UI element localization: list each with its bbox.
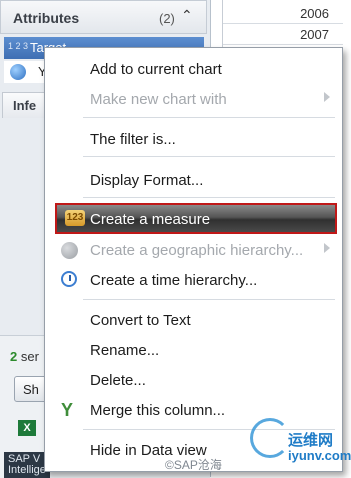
numeric-type-icon: 1 2 3 bbox=[8, 41, 29, 51]
table-cell[interactable]: 2006 bbox=[223, 3, 343, 24]
menu-separator bbox=[83, 197, 335, 198]
menu-item-display-format[interactable]: Display Format... bbox=[45, 167, 342, 193]
context-menu: Add to current chart Make new chart with… bbox=[44, 47, 343, 472]
menu-separator bbox=[83, 299, 335, 300]
table-cell[interactable]: 2007 bbox=[223, 24, 343, 45]
menu-item-label: Rename... bbox=[90, 342, 160, 359]
selection-count-text: ser bbox=[17, 349, 39, 364]
menu-item-label: Create a geographic hierarchy... bbox=[90, 242, 304, 259]
collapse-up-icon[interactable]: ⌃ bbox=[181, 7, 193, 24]
merge-icon: Y bbox=[61, 400, 74, 420]
excel-icon[interactable]: X bbox=[18, 420, 36, 436]
watermark-credit: ©SAP沧海 bbox=[165, 458, 222, 472]
menu-item-merge-this-column[interactable]: Y Merge this column... bbox=[45, 397, 342, 423]
menu-item-create-a-measure[interactable]: 123 Create a measure bbox=[55, 203, 337, 234]
menu-item-create-geographic-hierarchy: Create a geographic hierarchy... bbox=[45, 237, 342, 263]
selection-count: 2 ser bbox=[10, 349, 39, 364]
globe-icon bbox=[10, 64, 26, 80]
menu-separator bbox=[83, 156, 335, 157]
menu-item-label: Create a measure bbox=[90, 211, 211, 228]
menu-item-label: Create a time hierarchy... bbox=[90, 272, 258, 289]
clock-icon bbox=[61, 271, 77, 287]
submenu-arrow-icon bbox=[324, 243, 330, 253]
watermark-site-url: iyunv.com bbox=[288, 448, 351, 463]
attributes-panel-header[interactable]: Attributes (2) ⌃ bbox=[0, 0, 207, 34]
menu-item-the-filter-is[interactable]: The filter is... bbox=[45, 126, 342, 152]
menu-item-delete[interactable]: Delete... bbox=[45, 367, 342, 393]
menu-item-label: Merge this column... bbox=[90, 402, 226, 419]
menu-item-create-time-hierarchy[interactable]: Create a time hierarchy... bbox=[45, 267, 342, 293]
menu-item-label: Delete... bbox=[90, 372, 146, 389]
menu-item-label: Display Format... bbox=[90, 172, 204, 189]
menu-item-add-to-current-chart[interactable]: Add to current chart bbox=[45, 56, 342, 82]
attributes-count: (2) bbox=[159, 11, 175, 26]
watermark-site-name: 运维网 bbox=[288, 432, 334, 449]
watermark-logo bbox=[250, 418, 290, 458]
attributes-panel-title: Attributes bbox=[13, 10, 80, 26]
menu-item-convert-to-text[interactable]: Convert to Text bbox=[45, 307, 342, 333]
measure-icon: 123 bbox=[65, 210, 85, 226]
menu-item-label: Make new chart with bbox=[90, 91, 227, 108]
menu-item-label: The filter is... bbox=[90, 131, 176, 148]
submenu-arrow-icon bbox=[324, 92, 330, 102]
globe-icon bbox=[61, 242, 78, 259]
menu-item-label: Add to current chart bbox=[90, 61, 222, 78]
menu-item-rename[interactable]: Rename... bbox=[45, 337, 342, 363]
menu-item-label: Convert to Text bbox=[90, 312, 191, 329]
menu-separator bbox=[83, 117, 335, 118]
menu-item-make-new-chart: Make new chart with bbox=[45, 86, 342, 112]
